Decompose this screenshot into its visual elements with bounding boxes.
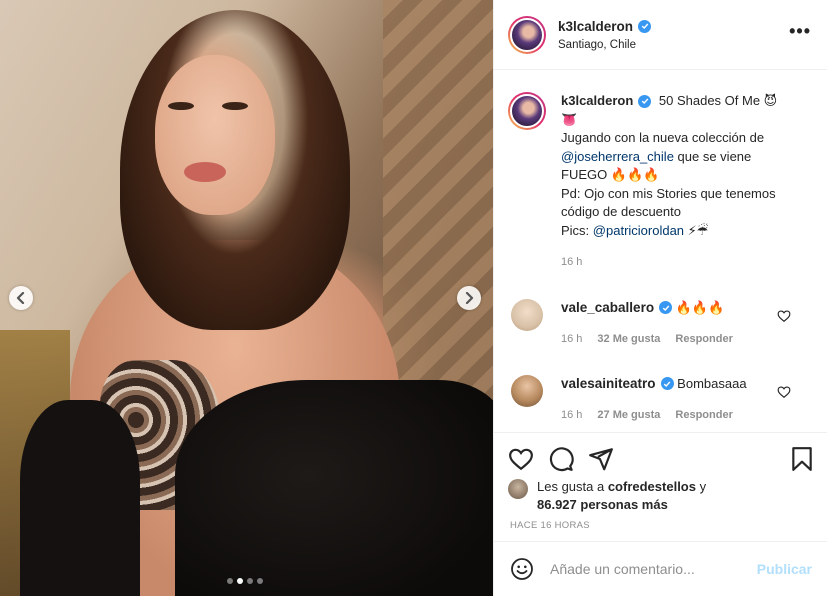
verified-icon [660,377,674,390]
caption-line: Jugando con la nueva colección de [561,130,765,145]
heart-icon[interactable] [777,309,791,323]
caption-line: que se viene [673,148,752,164]
post-photo[interactable] [0,0,493,596]
caption-mention[interactable]: @joseherrera_chile [561,149,674,164]
comment-username[interactable]: valesainiteatro [561,375,656,393]
bookmark-icon[interactable] [789,446,815,472]
post-sidebar: k3lcalderon Santiago, Chile ••• k3lcalde… [493,0,827,596]
caption-time[interactable]: 16 h [561,253,582,272]
comment-username-row: valesainiteatro [561,375,674,393]
caption-line: ⚡☔ [684,222,709,238]
caption-line: FUEGO 🔥🔥🔥 [561,167,660,182]
comment-text: 🔥🔥🔥 [675,299,725,315]
post-comment-button[interactable]: Publicar [757,561,812,577]
caption-body: k3lcalderon 50 Shades Of Me 😈 👅 Jugando … [561,92,795,272]
post-location[interactable]: Santiago, Chile [558,39,651,51]
photo-subject-lips [184,162,226,182]
carousel-dot [257,578,263,584]
caption: k3lcalderon 50 Shades Of Me 😈 👅 Jugando … [508,92,813,272]
carousel-dot-active [237,578,243,584]
carousel-next-button[interactable] [457,286,481,310]
author-username-row: k3lcalderon [558,19,652,34]
comment-time[interactable]: 16 h [561,330,582,348]
verified-icon [659,301,673,314]
more-icon[interactable]: ••• [789,22,811,40]
photo-subject-face [155,55,275,215]
comment-icon[interactable] [548,446,574,472]
caption-line: 👅 [561,111,578,127]
comment-likes[interactable]: 27 Me gusta [597,406,660,424]
comment-item: valesainiteatro Bombasaaa 16 h 27 Me gus… [508,374,813,424]
comment-username-row: vale_caballero [561,299,673,317]
comment-item: vale_caballero 🔥🔥🔥 16 h 32 Me gusta Resp… [508,298,813,348]
post-timestamp[interactable]: HACE 16 HORAS [494,514,827,531]
caption-line: 50 Shades Of Me 😈 [658,93,778,108]
photo-subject-sleeve [20,400,140,596]
likes-count[interactable]: 86.927 personas más [537,497,668,512]
comment-username[interactable]: vale_caballero [561,299,654,317]
caption-line: Pics: [561,222,593,238]
verified-icon [638,94,652,108]
carousel-dot [227,578,233,584]
comment-text: Bombasaaa [677,375,747,391]
comment-likes[interactable]: 32 Me gusta [597,330,660,348]
author-username[interactable]: k3lcalderon [558,19,633,34]
share-icon[interactable] [588,446,614,472]
post-actions [494,432,827,484]
comment-time[interactable]: 16 h [561,406,582,424]
carousel-indicator [227,578,263,584]
post-header: k3lcalderon Santiago, Chile ••• [494,0,827,70]
carousel-prev-button[interactable] [9,286,33,310]
chevron-right-icon [465,292,474,304]
emoji-icon[interactable] [510,557,534,581]
verified-icon [638,19,652,33]
caption-username-row: k3lcalderon [561,92,652,111]
photo-subject-eye [222,102,248,110]
reply-button[interactable]: Responder [675,330,732,348]
avatar[interactable] [511,374,543,407]
carousel-dot [247,578,253,584]
avatar[interactable] [508,15,546,54]
caption-line: Pd: Ojo con mis Stories que tenemos códi… [561,185,776,220]
reply-button[interactable]: Responder [675,406,732,424]
caption-mention[interactable]: @patricioroldan [593,223,684,238]
comments-section: k3lcalderon 50 Shades Of Me 😈 👅 Jugando … [494,70,827,432]
comment-input[interactable] [550,561,750,577]
chevron-left-icon [16,292,25,304]
avatar[interactable] [511,298,543,331]
caption-username[interactable]: k3lcalderon [561,92,633,111]
heart-icon[interactable] [508,446,534,472]
photo-subject-eye [168,102,194,110]
avatar[interactable] [508,92,546,130]
heart-icon[interactable] [777,385,791,399]
comment-composer: Publicar [494,541,827,596]
photo-subject-jacket [175,380,493,596]
